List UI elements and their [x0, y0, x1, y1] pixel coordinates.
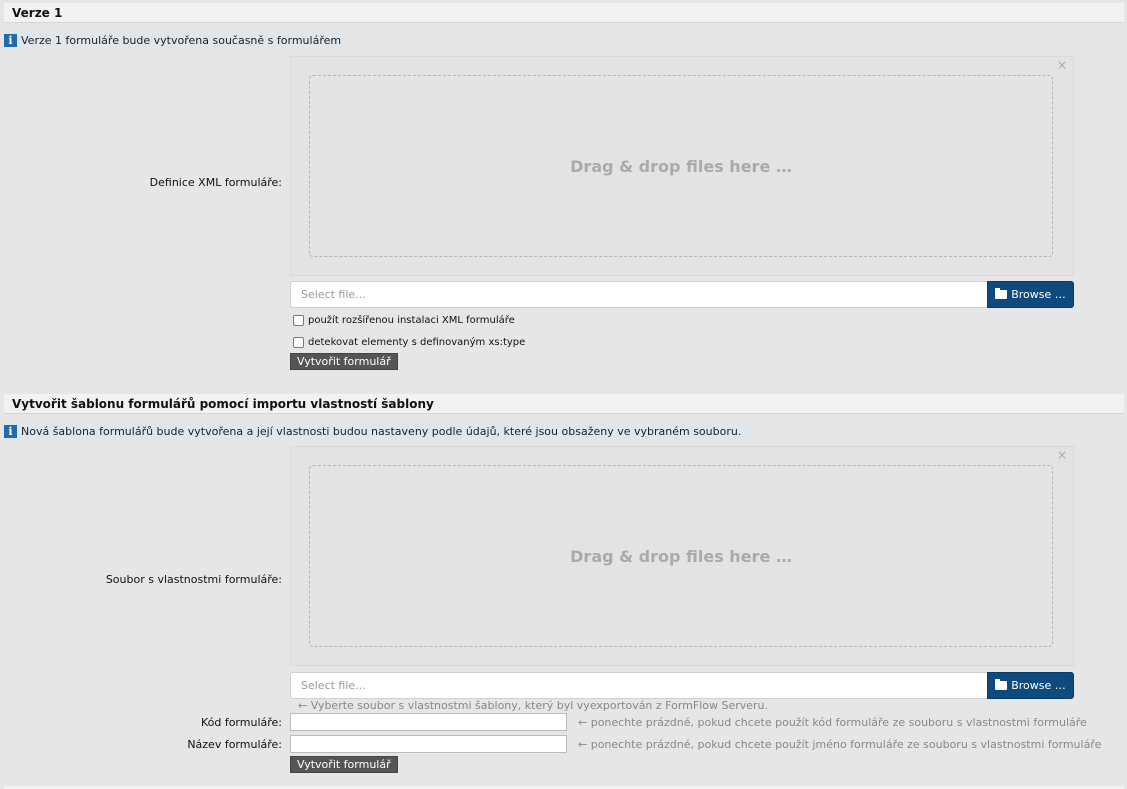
close-icon[interactable]: ×	[1057, 448, 1067, 462]
properties-file-input[interactable]: Select file...	[290, 672, 988, 699]
xml-file-input[interactable]: Select file...	[290, 281, 988, 308]
section-header-verze-1: Verze 1	[4, 3, 1124, 23]
properties-dropzone[interactable]: × Drag & drop files here …	[290, 446, 1074, 666]
xml-browse-button[interactable]: Browse …	[987, 281, 1074, 308]
properties-browse-button[interactable]: Browse …	[987, 672, 1074, 699]
info-message-verze: i Verze 1 formuláře bude vytvořena souča…	[3, 32, 346, 49]
form-name-label: Název formuláře:	[187, 738, 282, 751]
form-code-input[interactable]	[290, 713, 567, 731]
info-text: Verze 1 formuláře bude vytvořena současn…	[21, 34, 342, 47]
create-form-button[interactable]: Vytvořit formulář	[290, 353, 398, 370]
dropzone-area[interactable]: Drag & drop files here …	[309, 465, 1053, 647]
form-code-label: Kód formuláře:	[200, 716, 282, 729]
xml-definition-label: Definice XML formuláře:	[149, 176, 282, 189]
close-icon[interactable]: ×	[1057, 58, 1067, 72]
extended-install-checkbox-row[interactable]: použít rozšířenou instalaci XML formulář…	[293, 313, 515, 327]
detect-xs-type-label: detekovat elementy s definovaným xs:type	[308, 336, 526, 348]
dropzone-text: Drag & drop files here …	[570, 546, 792, 566]
dropzone-text: Drag & drop files here …	[570, 156, 792, 176]
dropzone-area[interactable]: Drag & drop files here …	[309, 75, 1053, 257]
browse-label: Browse …	[1011, 288, 1066, 301]
extended-install-checkbox[interactable]	[293, 314, 304, 326]
info-icon: i	[4, 425, 17, 438]
create-template-button[interactable]: Vytvořit formulář	[290, 756, 398, 773]
folder-open-icon	[995, 288, 1008, 299]
info-text: Nová šablona formulářů bude vytvořena a …	[21, 425, 742, 438]
detect-xs-type-checkbox[interactable]	[293, 336, 304, 348]
form-code-hint: ← ponechte prázdné, pokud chcete použít …	[578, 716, 1087, 729]
file-hint: ← Vyberte soubor s vlastnostmi šablony, …	[298, 699, 769, 712]
folder-open-icon	[995, 679, 1008, 690]
browse-label: Browse …	[1011, 679, 1066, 692]
section-header-import-template: Vytvořit šablonu formulářů pomocí import…	[4, 394, 1124, 414]
form-name-input[interactable]	[290, 735, 567, 753]
xml-dropzone[interactable]: × Drag & drop files here …	[290, 56, 1074, 276]
extended-install-label: použít rozšířenou instalaci XML formulář…	[308, 314, 515, 326]
form-name-hint: ← ponechte prázdné, pokud chcete použít …	[578, 738, 1102, 751]
detect-xs-type-checkbox-row[interactable]: detekovat elementy s definovaným xs:type	[293, 335, 525, 349]
info-message-import: i Nová šablona formulářů bude vytvořena …	[3, 423, 746, 440]
properties-file-label: Soubor s vlastnostmi formuláře:	[105, 573, 282, 586]
info-icon: i	[4, 34, 17, 47]
